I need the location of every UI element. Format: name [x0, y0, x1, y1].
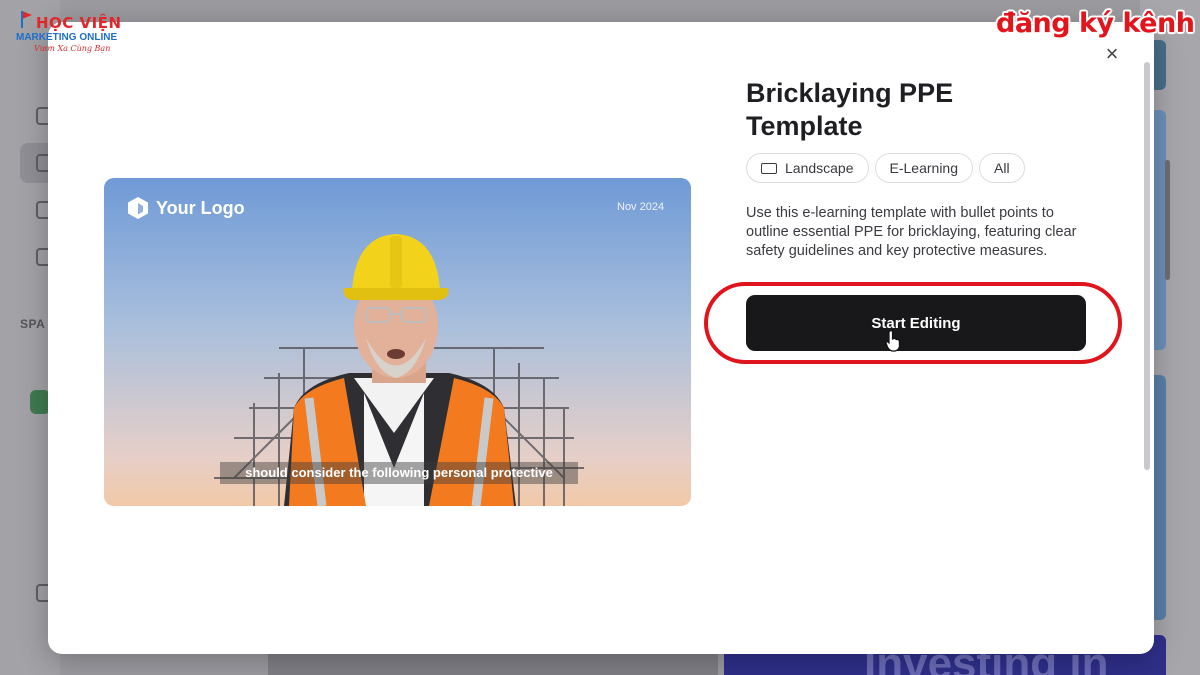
subscribe-watermark: đăng ký kênh [996, 8, 1195, 39]
background-space-avatar [30, 390, 50, 414]
template-preview[interactable]: Your Logo Nov 2024 should consider the f… [104, 178, 691, 506]
annotation-highlight-ring [704, 282, 1122, 364]
channel-logo-watermark: HỌC VIỆN MARKETING ONLINE Vươn Xa Cùng B… [14, 8, 134, 56]
hexagon-logo-icon [128, 197, 148, 219]
template-description: Use this e-learning template with bullet… [746, 205, 1077, 259]
watermark-line1: HỌC VIỆN [36, 14, 122, 32]
presenter-avatar [284, 234, 516, 506]
tag-landscape[interactable]: Landscape [746, 153, 869, 183]
preview-logo: Your Logo [126, 196, 245, 220]
background-space-label: SPA [20, 317, 46, 331]
background-scrollbar [1165, 160, 1170, 280]
preview-subtitle: should consider the following personal p… [220, 462, 578, 484]
tag-all[interactable]: All [979, 153, 1025, 183]
screen: SPA Investing in × Your Logo Nov 2024 sh… [0, 0, 1200, 675]
tag-e-learning[interactable]: E-Learning [874, 153, 974, 183]
modal-scrollbar[interactable] [1144, 62, 1150, 470]
template-tags: Landscape E-Learning All [746, 153, 1025, 183]
landscape-icon [761, 162, 777, 174]
flag-logo-icon [21, 11, 32, 28]
watermark-line2: MARKETING ONLINE [16, 32, 118, 43]
watermark-line3: Vươn Xa Cùng Bạn [34, 44, 111, 53]
preview-logo-text: Your Logo [156, 197, 245, 218]
tag-label: All [994, 160, 1010, 176]
tag-label: Landscape [785, 160, 854, 176]
tag-label: E-Learning [889, 160, 959, 176]
preview-date: Nov 2024 [617, 201, 665, 213]
template-title: Bricklaying PPE Template [746, 78, 954, 141]
close-icon[interactable]: × [1100, 42, 1124, 66]
